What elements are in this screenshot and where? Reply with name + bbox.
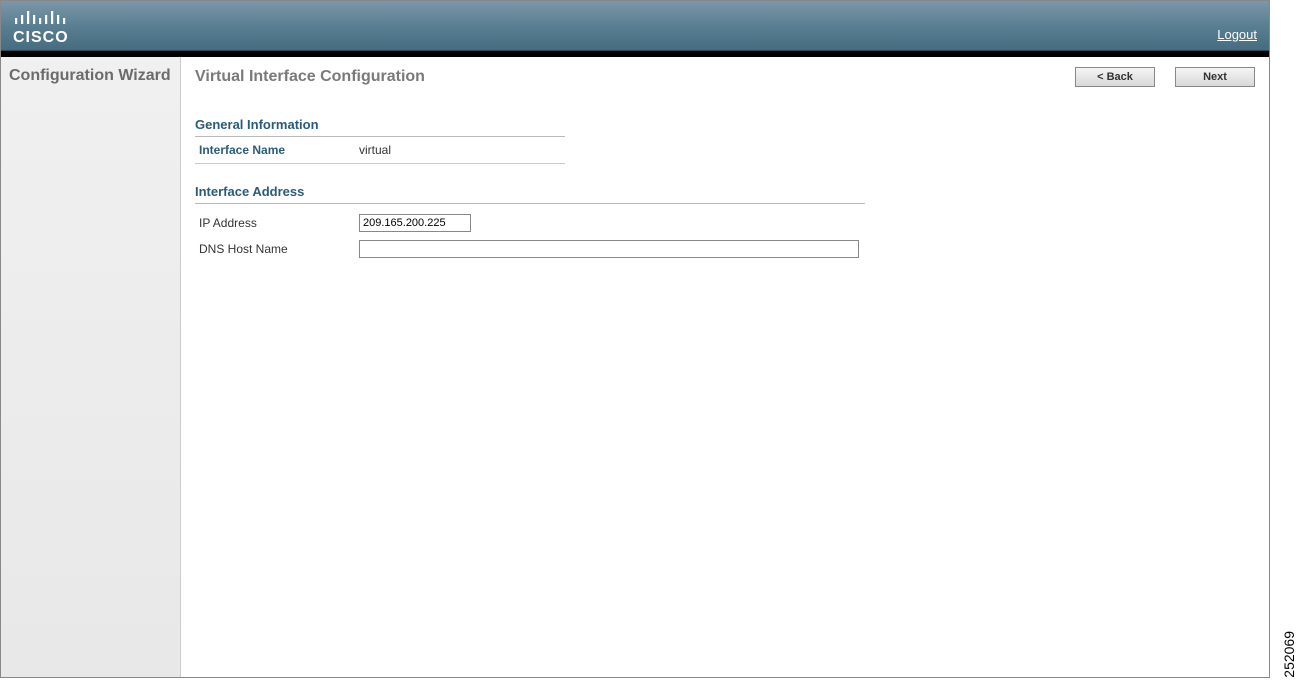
svg-text:CISCO: CISCO — [13, 29, 69, 46]
ip-address-label: IP Address — [199, 216, 359, 230]
image-id-label: 252069 — [1281, 631, 1297, 678]
interface-address-section: Interface Address IP Address DNS Host Na… — [195, 184, 865, 262]
body-area: Configuration Wizard Virtual Interface C… — [1, 57, 1269, 677]
next-button[interactable]: Next — [1175, 67, 1255, 87]
back-button[interactable]: < Back — [1075, 67, 1155, 87]
interface-name-value: virtual — [359, 143, 391, 157]
sidebar-title: Configuration Wizard — [9, 67, 172, 85]
ip-address-input[interactable] — [359, 214, 471, 232]
sidebar: Configuration Wizard — [1, 57, 181, 677]
dns-host-name-input[interactable] — [359, 240, 859, 258]
app-window: CISCO Logout Configuration Wizard Virtua… — [0, 0, 1270, 678]
ip-address-row: IP Address — [195, 210, 865, 236]
interface-name-row: Interface Name virtual — [195, 137, 565, 164]
header-bar: CISCO Logout — [1, 1, 1269, 51]
cisco-logo: CISCO — [13, 6, 77, 46]
main-header: Virtual Interface Configuration < Back N… — [195, 67, 1255, 87]
main-content: Virtual Interface Configuration < Back N… — [181, 57, 1269, 677]
logout-link[interactable]: Logout — [1217, 27, 1257, 50]
dns-host-name-label: DNS Host Name — [199, 242, 359, 256]
interface-name-label: Interface Name — [199, 143, 359, 157]
address-section-title: Interface Address — [195, 184, 865, 204]
general-information-section: General Information Interface Name virtu… — [195, 117, 565, 164]
page-title: Virtual Interface Configuration — [195, 68, 425, 86]
nav-buttons: < Back Next — [1075, 67, 1255, 87]
general-section-title: General Information — [195, 117, 565, 137]
dns-host-name-row: DNS Host Name — [195, 236, 865, 262]
